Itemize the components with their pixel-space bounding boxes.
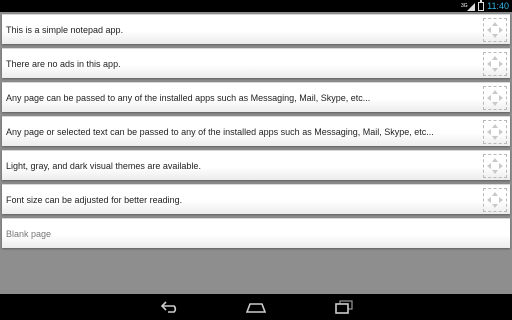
- network-type-label: 3G: [461, 3, 468, 9]
- list-item[interactable]: Any page can be passed to any of the ins…: [2, 82, 510, 112]
- drag-handle-icon[interactable]: [483, 188, 507, 212]
- note-text: Any page or selected text can be passed …: [6, 127, 434, 137]
- list-item[interactable]: Any page or selected text can be passed …: [2, 116, 510, 146]
- drag-handle-icon[interactable]: [483, 120, 507, 144]
- list-item[interactable]: This is a simple notepad app.: [2, 14, 510, 44]
- drag-handle-icon[interactable]: [483, 86, 507, 110]
- note-text: Any page can be passed to any of the ins…: [6, 93, 371, 103]
- note-text: There are no ads in this app.: [6, 59, 121, 69]
- note-text: Light, gray, and dark visual themes are …: [6, 161, 201, 171]
- blank-page-placeholder: Blank page: [6, 229, 52, 239]
- clock: 11:40: [487, 1, 509, 11]
- home-icon[interactable]: [244, 298, 268, 316]
- battery-icon: [478, 0, 485, 11]
- list-item[interactable]: Font size can be adjusted for better rea…: [2, 184, 510, 214]
- new-page-item[interactable]: Blank page: [2, 218, 510, 248]
- list-item[interactable]: There are no ads in this app.: [2, 48, 510, 78]
- note-text: This is a simple notepad app.: [6, 25, 124, 35]
- list-item[interactable]: Light, gray, and dark visual themes are …: [2, 150, 510, 180]
- signal-icon: 3G: [461, 2, 476, 11]
- status-bar: 3G 11:40: [0, 0, 512, 12]
- note-text: Font size can be adjusted for better rea…: [6, 195, 183, 205]
- recent-apps-icon[interactable]: [332, 298, 356, 316]
- drag-handle-icon[interactable]: [483, 18, 507, 42]
- drag-handle-icon[interactable]: [483, 154, 507, 178]
- drag-handle-icon[interactable]: [483, 52, 507, 76]
- navigation-bar: [0, 294, 512, 320]
- back-icon[interactable]: [158, 298, 182, 316]
- status-icons: 3G 11:40: [461, 0, 509, 12]
